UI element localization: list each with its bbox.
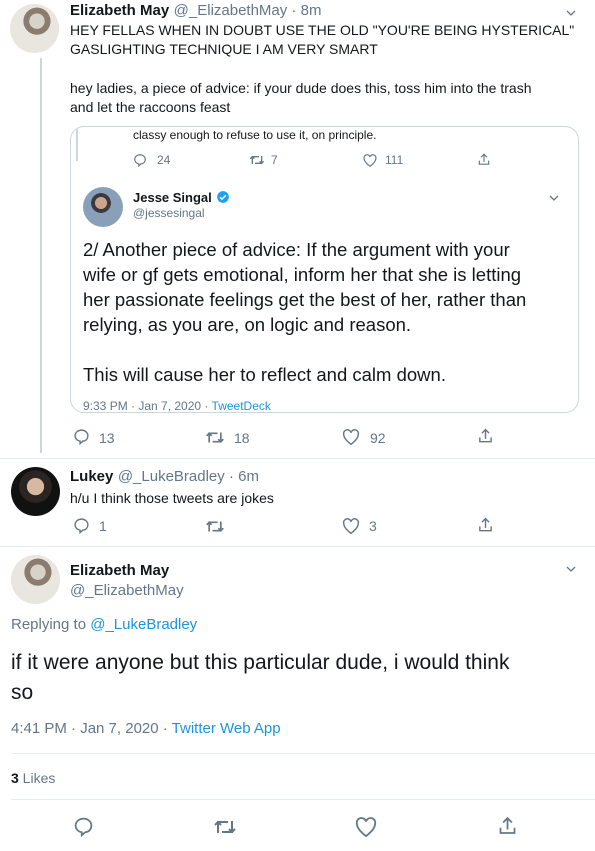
quote-thread-line: [76, 127, 78, 161]
retweet-icon[interactable]: [213, 817, 237, 837]
author-name[interactable]: Elizabeth May: [70, 562, 169, 579]
likes-count: 3: [11, 770, 19, 786]
likes-label: Likes: [18, 770, 56, 786]
retweet-count: 7: [271, 153, 278, 167]
like-count: 111: [385, 153, 404, 167]
quoted-tweet-card[interactable]: classy enough to refuse to use it, on pr…: [70, 126, 579, 413]
reply-icon[interactable]: [133, 153, 147, 167]
author-handle-time[interactable]: @_LukeBradley · 6m: [118, 468, 259, 485]
quoted-author-handle[interactable]: @jessesingal: [133, 206, 205, 220]
chevron-down-icon[interactable]: [549, 193, 559, 203]
divider: [11, 753, 595, 754]
reply-icon[interactable]: [73, 816, 94, 837]
retweet-count: 18: [234, 430, 250, 446]
chevron-down-icon[interactable]: [566, 8, 576, 18]
thread-line: [40, 58, 42, 453]
reply-icon[interactable]: [73, 517, 90, 534]
retweet-icon[interactable]: [205, 518, 225, 535]
quoted-author-name[interactable]: Jesse Singal: [133, 190, 212, 205]
quoted-text-line: wife or gf gets emotional, inform her th…: [83, 264, 522, 285]
likes-stat[interactable]: 3 Likes: [11, 770, 55, 786]
quoted-text-line: her passionate feelings get the best of …: [83, 289, 527, 310]
reply-icon[interactable]: [73, 428, 90, 445]
chevron-down-icon[interactable]: [566, 564, 576, 574]
avatar-lukey[interactable]: [11, 467, 60, 516]
main-timestamp[interactable]: 4:41 PM · Jan 7, 2020 ·: [11, 720, 172, 737]
tweet-text: h/u I think those tweets are jokes: [70, 490, 274, 506]
main-source[interactable]: Twitter Web App: [172, 720, 281, 737]
quoted-text-line: This will cause her to reflect and calm …: [83, 364, 446, 385]
replying-to-link[interactable]: @_LukeBradley: [90, 616, 197, 633]
author-handle[interactable]: @_ElizabethMay: [70, 582, 184, 599]
avatar-elizabeth[interactable]: [10, 4, 59, 53]
author-name[interactable]: Lukey: [70, 468, 113, 485]
like-icon[interactable]: [363, 154, 377, 167]
quoted-timestamp[interactable]: 9:33 PM · Jan 7, 2020 ·: [83, 399, 212, 412]
divider: [11, 799, 595, 800]
author-name[interactable]: Elizabeth May: [70, 2, 169, 19]
share-icon[interactable]: [477, 516, 494, 534]
divider: [0, 546, 595, 547]
reply-count: 13: [99, 430, 115, 446]
replying-label: Replying to: [11, 616, 91, 633]
main-tweet-text-line: so: [11, 681, 34, 704]
quoted-prev-text: classy enough to refuse to use it, on pr…: [133, 128, 377, 142]
divider: [0, 458, 595, 459]
share-icon[interactable]: [477, 152, 491, 167]
retweet-icon[interactable]: [205, 429, 225, 446]
reply-count: 1: [99, 518, 107, 534]
tweet-text-line: HEY FELLAS WHEN IN DOUBT USE THE OLD "YO…: [70, 22, 575, 38]
avatar-elizabeth[interactable]: [11, 555, 60, 604]
quoted-source[interactable]: TweetDeck: [212, 399, 271, 412]
share-icon[interactable]: [497, 815, 518, 837]
tweet-text-line: hey ladies, a piece of advice: if your d…: [70, 80, 532, 96]
retweet-icon[interactable]: [249, 153, 265, 167]
like-icon[interactable]: [342, 518, 360, 534]
main-tweet-text-line: if it were anyone but this particular du…: [11, 651, 510, 674]
like-icon[interactable]: [342, 429, 360, 445]
verified-badge-icon: [217, 191, 230, 203]
share-icon[interactable]: [477, 427, 494, 445]
like-count: 92: [370, 430, 386, 446]
author-handle-time[interactable]: @_ElizabethMay · 8m: [174, 2, 322, 19]
like-icon[interactable]: [355, 817, 377, 837]
reply-count: 24: [157, 153, 171, 167]
quoted-text-line: 2/ Another piece of advice: If the argum…: [83, 239, 510, 260]
like-count: 3: [369, 518, 377, 534]
quoted-text-line: relying, as you are, on logic and reason…: [83, 314, 412, 335]
tweet-text-line: GASLIGHTING TECHNIQUE I AM VERY SMART: [70, 41, 378, 57]
avatar-jesse[interactable]: [83, 187, 123, 227]
tweet-text-line: and let the raccoons feast: [70, 99, 231, 115]
